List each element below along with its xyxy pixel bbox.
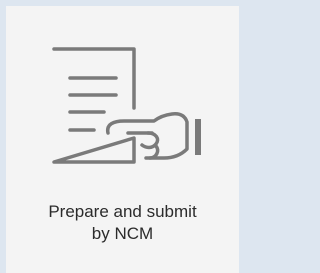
prepare-submit-card[interactable]: Prepare and submit by NCM [6, 6, 239, 273]
document-hand-submit-icon [42, 44, 218, 172]
card-label-line1: Prepare and submit [48, 202, 197, 221]
card-label: Prepare and submit by NCM [6, 201, 239, 245]
card-label-line2: by NCM [91, 224, 154, 243]
